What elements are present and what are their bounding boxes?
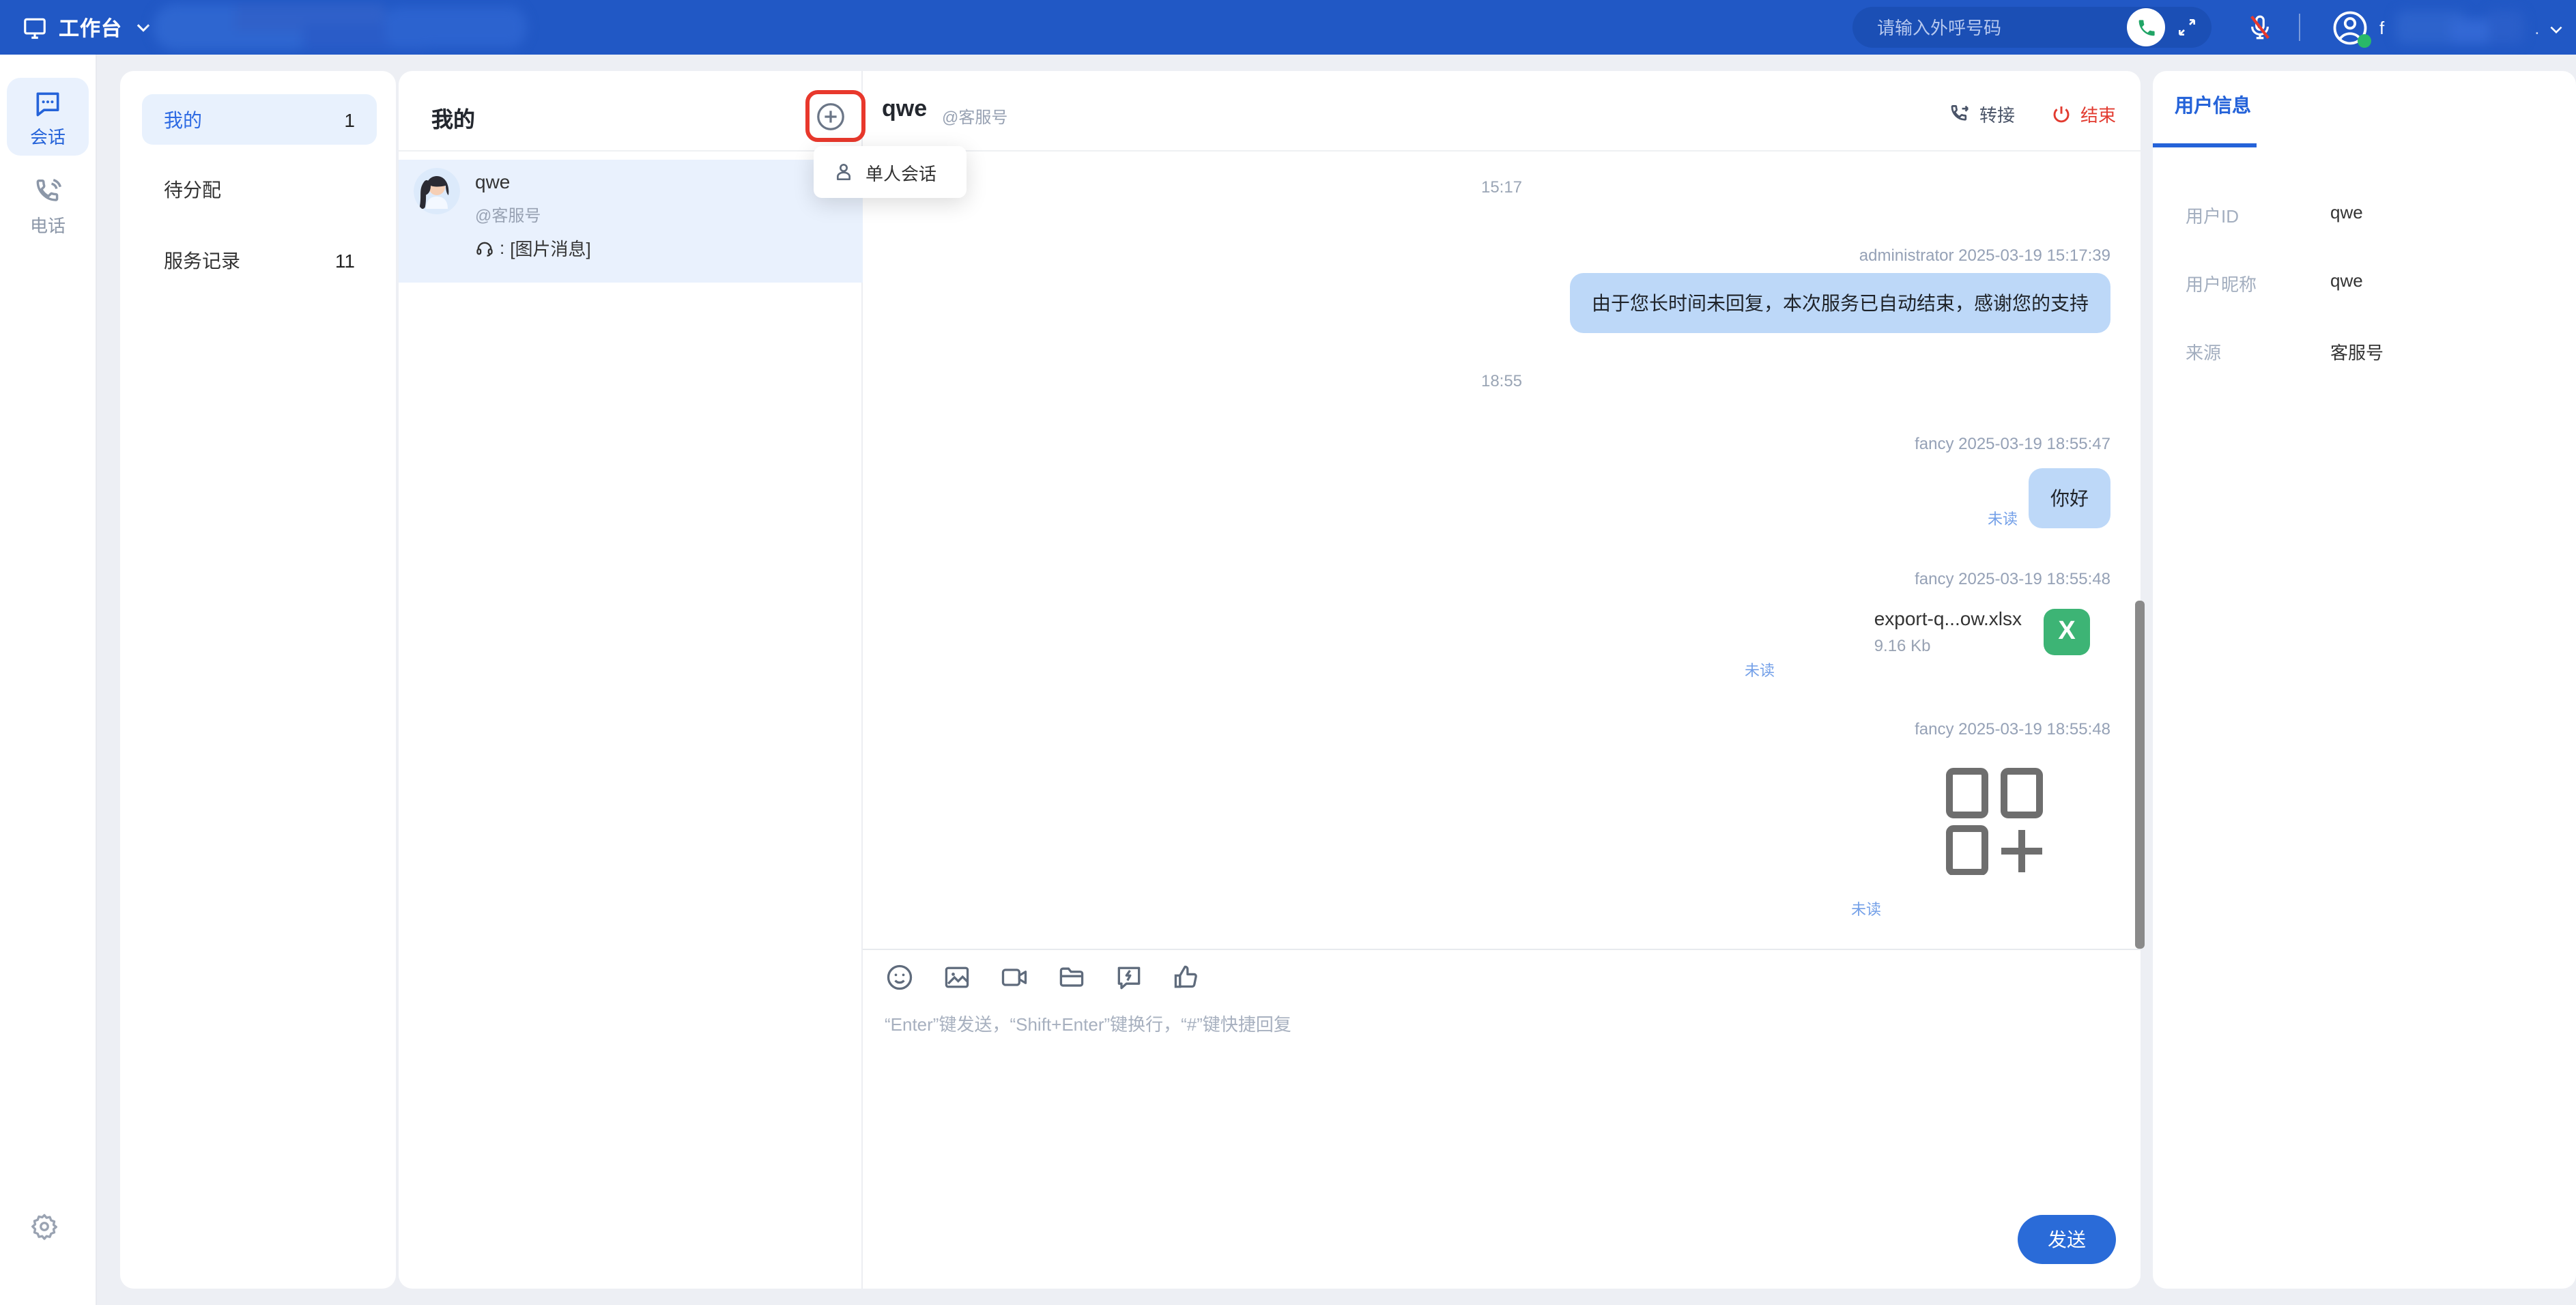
redacted-topbar-area <box>153 4 527 51</box>
peer-name: qwe <box>882 96 927 123</box>
app-title: 工作台 <box>59 13 122 42</box>
excel-file-icon: X <box>2044 608 2090 655</box>
message-bubble: 由于您长时间未回复，本次服务已自动结束，感谢您的支持 <box>1570 273 2110 333</box>
message-bubble: 你好 <box>2029 468 2110 528</box>
transfer-label: 转接 <box>1979 101 2015 127</box>
message-meta: fancy 2025-03-19 18:55:48 <box>1915 719 2110 738</box>
chat-list-item[interactable]: qwe @客服号 : [图片消息] <box>399 160 863 283</box>
chat-scrollbar[interactable] <box>2135 601 2145 949</box>
nav-item-label: 我的 <box>164 106 202 133</box>
redacted-user-name <box>2395 11 2523 44</box>
conversation-card: 我的 qwe @客服号 <box>399 71 2141 1289</box>
monitor-icon <box>22 14 48 40</box>
new-conversation-menu: 单人会话 <box>814 146 967 198</box>
phone-forward-icon <box>1948 102 1971 126</box>
emoji-icon[interactable] <box>883 961 916 994</box>
image-upload-icon[interactable] <box>941 961 973 994</box>
unread-badge: 未读 <box>1851 898 1881 920</box>
nav-item-mine[interactable]: 我的 1 <box>142 94 377 145</box>
topbar: 工作台 <box>0 0 2576 55</box>
power-icon <box>2050 103 2072 125</box>
topbar-user[interactable]: f . <box>2332 0 2540 55</box>
call-button[interactable] <box>2127 8 2165 46</box>
user-name-initial: f <box>2379 17 2384 38</box>
transfer-button[interactable]: 转接 <box>1948 101 2015 127</box>
message-meta: fancy 2025-03-19 18:55:48 <box>1915 569 2110 588</box>
dialer-pill <box>1852 7 2212 48</box>
nav-item-unassigned[interactable]: 待分配 <box>142 164 377 214</box>
queue-nav-card: 我的 1 待分配 服务记录 11 <box>120 71 396 1289</box>
phone-icon <box>2136 17 2156 38</box>
sidebar-item-label: 电话 <box>0 212 96 238</box>
time-divider: 18:55 <box>863 371 2141 390</box>
nav-item-label: 待分配 <box>164 175 221 203</box>
message-meta: administrator 2025-03-19 15:17:39 <box>1859 246 2110 265</box>
sidebar-item-conversation[interactable]: 会话 <box>0 89 96 149</box>
conversation-channel: @客服号 <box>475 203 541 227</box>
video-icon[interactable] <box>998 961 1031 994</box>
file-name: export-q...ow.xlsx <box>1874 607 2022 629</box>
conversation-name: qwe <box>475 171 510 192</box>
menu-item-single-chat[interactable]: 单人会话 <box>865 159 936 185</box>
user-name-suffix: . <box>2534 17 2539 38</box>
user-info-panel: 用户信息 用户ID qwe 用户昵称 qwe 来源 客服号 <box>2153 71 2576 1289</box>
field-label: 用户昵称 <box>2186 270 2257 296</box>
field-value: 客服号 <box>2330 339 2384 364</box>
composer-hint: “Enter”键发送，“Shift+Enter”键换行，“#”键快捷回复 <box>885 1010 1291 1036</box>
unread-badge: 未读 <box>1988 508 2018 530</box>
sidebar-item-phone[interactable]: 电话 <box>0 177 96 238</box>
composer-divider <box>863 949 2141 950</box>
preview-separator: : <box>500 238 504 258</box>
message-input-area[interactable] <box>885 1043 1922 1207</box>
chat-column: qwe @客服号 转接 结束 <box>863 71 2141 1289</box>
topbar-divider <box>2299 14 2300 41</box>
end-session-button[interactable]: 结束 <box>2050 101 2116 127</box>
nav-item-count: 1 <box>344 109 355 130</box>
broken-image-placeholder-icon[interactable] <box>1943 766 2046 875</box>
thumbs-up-icon[interactable] <box>1170 961 1203 994</box>
chat-bubble-icon <box>33 89 63 119</box>
message-meta: fancy 2025-03-19 18:55:47 <box>1915 434 2110 453</box>
nav-item-count: 11 <box>335 249 355 271</box>
workbench-app: 工作台 <box>0 0 2576 1305</box>
nav-item-service-records[interactable]: 服务记录 11 <box>142 235 377 285</box>
nav-item-label: 服务记录 <box>164 246 240 274</box>
preview-text: [图片消息] <box>510 235 590 261</box>
phone-call-icon <box>33 177 63 207</box>
plus-circle-icon <box>814 100 846 132</box>
online-status-dot <box>2358 33 2371 47</box>
unread-badge: 未读 <box>1745 659 1775 681</box>
time-divider: 15:17 <box>863 177 2141 197</box>
chat-list-column: 我的 qwe @客服号 <box>399 71 863 1289</box>
tab-user-info[interactable]: 用户信息 <box>2175 91 2251 119</box>
module-rail: 会话 电话 <box>0 55 97 1305</box>
new-conversation-button[interactable] <box>812 98 848 134</box>
expand-icon[interactable] <box>2176 16 2198 38</box>
field-label: 来源 <box>2186 339 2221 364</box>
person-icon <box>833 161 855 183</box>
tab-active-underline <box>2153 143 2257 147</box>
field-label: 用户ID <box>2186 202 2239 228</box>
outbound-number-input[interactable] <box>1852 17 2127 38</box>
composer-toolbar <box>883 961 1203 994</box>
headset-icon <box>475 238 494 257</box>
send-button[interactable]: 发送 <box>2018 1215 2116 1264</box>
mic-muted-icon[interactable] <box>2246 12 2274 42</box>
user-avatar-icon <box>2332 9 2369 46</box>
settings-gear-icon[interactable] <box>30 1212 59 1241</box>
peer-channel: @客服号 <box>942 105 1007 128</box>
avatar <box>414 168 460 214</box>
conversation-preview: : [图片消息] <box>475 235 591 261</box>
field-value: qwe <box>2330 270 2363 291</box>
folder-icon[interactable] <box>1055 961 1088 994</box>
end-label: 结束 <box>2080 101 2116 127</box>
file-size: 9.16 Kb <box>1874 636 2022 655</box>
user-menu-chevron-icon[interactable] <box>2547 20 2565 38</box>
file-message[interactable]: export-q...ow.xlsx 9.16 Kb X <box>1874 607 2090 655</box>
chat-list-title: 我的 <box>431 101 475 134</box>
quick-reply-icon[interactable] <box>1113 961 1145 994</box>
sidebar-item-label: 会话 <box>0 123 96 149</box>
field-value: qwe <box>2330 202 2363 223</box>
chevron-down-icon[interactable] <box>133 18 152 37</box>
